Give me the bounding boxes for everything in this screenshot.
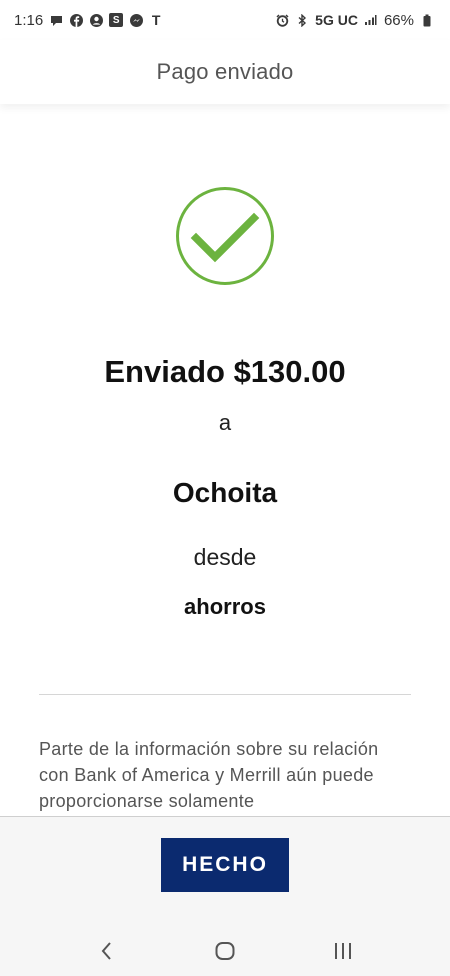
status-time: 1:16 — [14, 11, 44, 29]
disclosure-text: Parte de la información sobre su relació… — [39, 739, 379, 811]
status-left: 1:16 S T — [14, 12, 163, 29]
connector-from: desde — [193, 544, 257, 570]
bluetooth-icon — [295, 13, 309, 27]
home-icon[interactable] — [205, 931, 245, 971]
done-button[interactable]: HECHO — [161, 838, 289, 892]
t-mobile-icon: T — [151, 12, 161, 28]
connector-to: a — [218, 410, 232, 435]
action-bar: HECHO — [0, 816, 450, 926]
app-header: Pago enviado — [0, 40, 450, 104]
amount-sent: Enviado $130.00 — [104, 354, 346, 389]
battery-icon — [420, 13, 434, 27]
recents-icon[interactable] — [323, 931, 363, 971]
signal-icon — [364, 13, 378, 27]
battery-percent: 66% — [383, 11, 414, 29]
messenger-icon — [129, 13, 143, 27]
confirmation-panel: Enviado $130.00 a Ochoita desde ahorros … — [0, 104, 450, 816]
profile-icon — [89, 13, 103, 27]
chat-bubble-icon — [49, 13, 63, 27]
divider — [39, 694, 411, 695]
page-title: Pago enviado — [156, 59, 294, 84]
source-account: ahorros — [184, 594, 266, 619]
success-check-icon — [175, 186, 275, 286]
back-chevron-icon[interactable] — [87, 931, 127, 971]
status-bar: 1:16 S T 5G UC 66% — [0, 0, 450, 40]
facebook-icon — [69, 13, 83, 27]
screen: 1:16 S T 5G UC 66% Pago enviado Enviado … — [0, 0, 450, 976]
system-nav-bar — [0, 926, 450, 976]
recipient-name: Ochoita — [172, 477, 278, 508]
status-right: 5G UC 66% — [275, 12, 434, 29]
network-label: 5G UC — [315, 12, 358, 28]
alarm-icon — [275, 13, 289, 27]
s-app-icon: S — [109, 13, 124, 27]
